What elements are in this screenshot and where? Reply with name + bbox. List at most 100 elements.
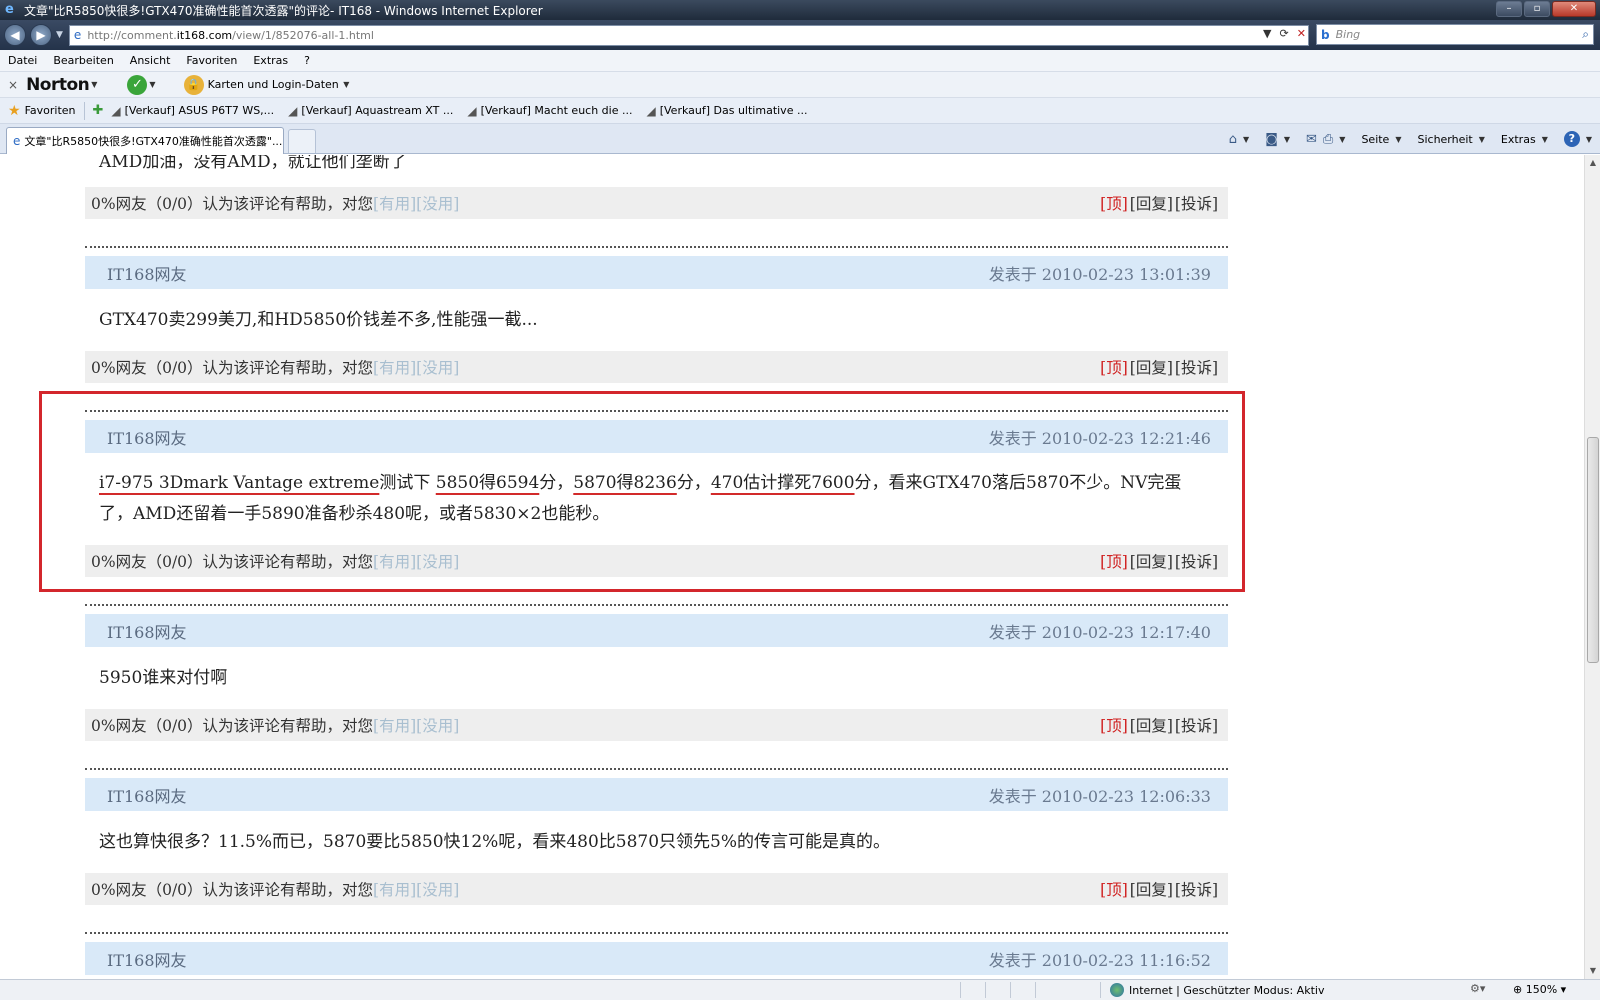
safe-check-icon[interactable]: ✓ — [127, 74, 148, 95]
useful-link[interactable]: [有用] — [373, 195, 416, 213]
tab-title: 文章"比R5850快很多!GTX470准确性能首次透露"... — [24, 135, 283, 148]
rss-dropdown-icon[interactable]: ▼ — [1284, 135, 1290, 144]
top-link[interactable]: [顶] — [1100, 195, 1128, 213]
reply-link[interactable]: [回复] — [1130, 553, 1173, 571]
menu-favoriten[interactable]: Favoriten — [186, 54, 237, 67]
safe-dropdown-icon[interactable]: ▼ — [149, 80, 155, 89]
minimize-button[interactable]: – — [1496, 1, 1522, 17]
url-text[interactable]: http://comment.it168.com/view/1/852076-a… — [87, 29, 374, 42]
tools-menu[interactable]: Extras — [1501, 133, 1536, 146]
norton-logo[interactable]: Norton — [26, 75, 90, 95]
favorites-star-icon[interactable]: ★ — [8, 103, 21, 119]
close-button[interactable]: ✕ — [1552, 1, 1596, 17]
favorite-link[interactable]: ◢ [Verkauf] Macht euch die ... — [467, 104, 632, 118]
rss-icon[interactable]: ◙ — [1265, 132, 1278, 147]
home-icon[interactable]: ⌂ — [1229, 132, 1237, 147]
forward-button[interactable]: ▶ — [30, 24, 52, 46]
address-bar[interactable]: e http://comment.it168.com/view/1/852076… — [68, 24, 1309, 46]
back-button[interactable]: ◀ — [4, 24, 26, 46]
help-dropdown-icon[interactable]: ▼ — [1586, 135, 1592, 144]
maximize-button[interactable]: ▫ — [1524, 1, 1550, 17]
comment-author: IT168网友 — [107, 622, 187, 642]
divider — [1100, 982, 1101, 998]
zoom-level[interactable]: ⊕ 150% ▾ — [1513, 983, 1566, 996]
security-zone[interactable]: Internet | Geschützter Modus: Aktiv — [1110, 983, 1324, 997]
scroll-up-icon[interactable]: ▲ — [1585, 155, 1600, 171]
safety-dropdown-icon[interactable]: ▼ — [1479, 135, 1485, 144]
favorite-link[interactable]: ◢ [Verkauf] ASUS P6T7 WS,... — [111, 104, 274, 118]
reply-link[interactable]: [回复] — [1130, 359, 1173, 377]
useful-link[interactable]: [有用] — [373, 553, 416, 571]
tab-active[interactable]: e 文章"比R5850快很多!GTX470准确性能首次透露"... — [6, 127, 284, 154]
lock-icon[interactable]: 🔒 — [183, 74, 204, 95]
report-link[interactable]: [投诉] — [1175, 717, 1218, 735]
divider — [85, 383, 1228, 420]
vertical-scrollbar[interactable]: ▲ ▼ — [1584, 155, 1600, 979]
search-icon[interactable]: ⌕ — [1582, 27, 1589, 42]
menu-ansicht[interactable]: Ansicht — [130, 54, 171, 67]
stop-icon[interactable]: ✕ — [1297, 27, 1306, 40]
comment-header: IT168网友 发表于 2010-02-23 12:21:46 — [85, 420, 1228, 453]
comment-item: IT168网友 发表于 2010-02-23 11:16:52 — [85, 942, 1228, 975]
useful-link[interactable]: [有用] — [373, 881, 416, 899]
address-dropdown-icon[interactable]: ▼ — [1263, 27, 1271, 40]
close-toolbar-icon[interactable]: × — [8, 78, 18, 92]
menu-help[interactable]: ? — [304, 54, 310, 67]
report-link[interactable]: [投诉] — [1175, 359, 1218, 377]
top-link[interactable]: [顶] — [1100, 553, 1128, 571]
safety-menu[interactable]: Sicherheit — [1417, 133, 1472, 146]
page-dropdown-icon[interactable]: ▼ — [1395, 135, 1401, 144]
comment-footer: 0%网友（0/0）认为该评论有帮助，对您[有用][没用] [顶] [回复] [投诉] — [85, 873, 1228, 905]
scroll-down-icon[interactable]: ▼ — [1585, 963, 1600, 979]
mail-icon[interactable]: ✉ — [1306, 132, 1317, 147]
history-dropdown-icon[interactable]: ▼ — [56, 30, 63, 40]
reply-link[interactable]: [回复] — [1130, 881, 1173, 899]
menu-bearbeiten[interactable]: Bearbeiten — [53, 54, 113, 67]
refresh-icon[interactable]: ⟳ — [1279, 27, 1288, 40]
report-link[interactable]: [投诉] — [1175, 881, 1218, 899]
top-link[interactable]: [顶] — [1100, 717, 1128, 735]
tools-dropdown-icon[interactable]: ▼ — [1542, 135, 1548, 144]
comment-author: IT168网友 — [107, 264, 187, 284]
print-dropdown-icon[interactable]: ▼ — [1339, 135, 1345, 144]
menu-datei[interactable]: Datei — [8, 54, 37, 67]
comment-item: AMD加油，没有AMD，就让他们垄断了 0%网友（0/0）认为该评论有帮助，对您… — [85, 155, 1228, 256]
useless-link[interactable]: [没用] — [416, 359, 459, 377]
identity-dropdown-icon[interactable]: ▼ — [341, 80, 349, 89]
reply-link[interactable]: [回复] — [1130, 717, 1173, 735]
report-link[interactable]: [投诉] — [1175, 553, 1218, 571]
useless-link[interactable]: [没用] — [416, 553, 459, 571]
page-menu[interactable]: Seite — [1361, 133, 1389, 146]
protected-mode-icon[interactable]: ⚙▾ — [1470, 982, 1485, 995]
report-link[interactable]: [投诉] — [1175, 195, 1218, 213]
reply-link[interactable]: [回复] — [1130, 195, 1173, 213]
useful-link[interactable]: [有用] — [373, 717, 416, 735]
home-dropdown-icon[interactable]: ▼ — [1243, 135, 1249, 144]
top-link[interactable]: [顶] — [1100, 359, 1128, 377]
help-icon[interactable]: ? — [1563, 131, 1580, 147]
useless-link[interactable]: [没用] — [416, 195, 459, 213]
favorite-link[interactable]: ◢ [Verkauf] Das ultimative ... — [646, 104, 807, 118]
comment-footer: 0%网友（0/0）认为该评论有帮助，对您[有用][没用] [顶] [回复] [投诉] — [85, 351, 1228, 383]
top-link[interactable]: [顶] — [1100, 881, 1128, 899]
divider — [85, 741, 1228, 778]
favorite-link[interactable]: ◢ [Verkauf] Aquastream XT ... — [288, 104, 453, 118]
comment-author: IT168网友 — [107, 428, 187, 448]
print-icon[interactable]: ⎙ — [1323, 132, 1333, 147]
add-favorite-icon[interactable]: ✚ — [93, 103, 104, 118]
underlined-phrase: i7-975 3Dmark Vantage extreme — [99, 473, 380, 493]
identity-safe-button[interactable]: Karten und Login-Daten — [208, 78, 339, 91]
menu-extras[interactable]: Extras — [253, 54, 288, 67]
useless-link[interactable]: [没用] — [416, 881, 459, 899]
norton-dropdown-icon[interactable]: ▼ — [91, 80, 97, 89]
favorites-bar: ★ Favoriten ✚ ◢ [Verkauf] ASUS P6T7 WS,..… — [0, 98, 1600, 124]
favorites-button[interactable]: Favoriten — [25, 104, 76, 117]
scroll-thumb[interactable] — [1587, 437, 1599, 663]
useful-link[interactable]: [有用] — [373, 359, 416, 377]
globe-icon — [1110, 983, 1124, 997]
search-box[interactable]: b Bing ⌕ — [1316, 24, 1594, 45]
search-input[interactable]: Bing — [1336, 28, 1361, 41]
new-tab-button[interactable] — [288, 129, 316, 153]
useless-link[interactable]: [没用] — [416, 717, 459, 735]
helpful-text: 0%网友（0/0）认为该评论有帮助，对您[有用][没用] — [91, 359, 460, 377]
